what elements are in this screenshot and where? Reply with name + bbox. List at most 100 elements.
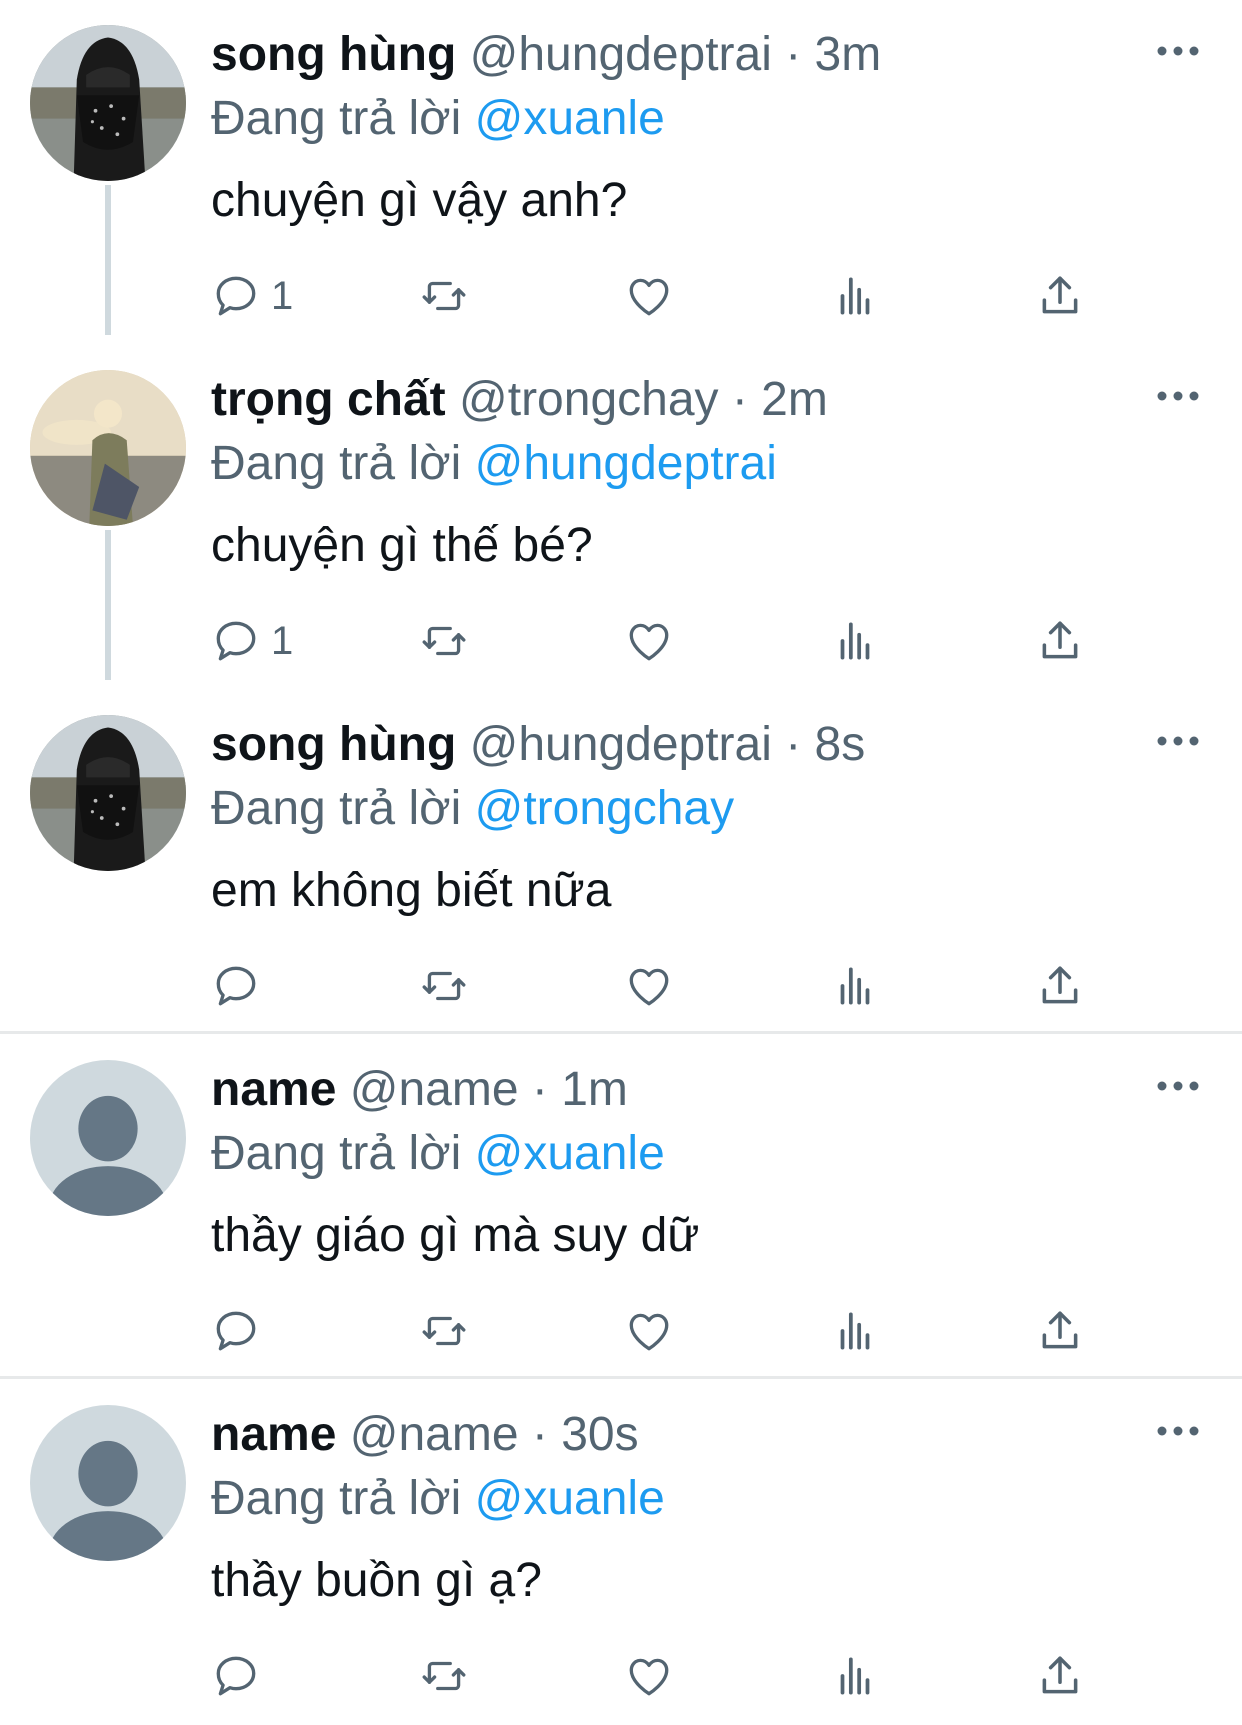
display-name[interactable]: name xyxy=(211,1408,336,1461)
share-icon xyxy=(1035,961,1085,1011)
retweet-icon xyxy=(419,1306,469,1356)
retweet-icon xyxy=(419,961,469,1011)
share-button[interactable] xyxy=(1035,958,1085,1014)
tweet-text: chuyện gì thế bé? xyxy=(211,519,593,572)
avatar[interactable] xyxy=(30,25,186,181)
reply-mention-link[interactable]: @xuanle xyxy=(475,1472,665,1525)
reply-count: 1 xyxy=(271,618,294,663)
reply-icon xyxy=(211,616,261,666)
retweet-button[interactable] xyxy=(419,613,469,669)
tweet-text: em không biết nữa xyxy=(211,864,612,917)
retweet-button[interactable] xyxy=(419,1648,469,1704)
tweet[interactable]: trọng chất @trongchay · 2m Đang trả lời … xyxy=(0,345,1242,690)
display-name[interactable]: trọng chất xyxy=(211,373,446,426)
retweet-button[interactable] xyxy=(419,1303,469,1359)
more-icon[interactable] xyxy=(1155,1079,1201,1093)
tweet-header: song hùng @hungdeptrai · 8s xyxy=(211,712,865,778)
reply-button[interactable] xyxy=(211,958,271,1014)
views-button[interactable] xyxy=(830,268,880,324)
reply-prefix: Đang trả lời xyxy=(211,782,462,835)
reply-icon xyxy=(211,961,261,1011)
tweet-text: thầy buồn gì ạ? xyxy=(211,1554,542,1607)
share-button[interactable] xyxy=(1035,1303,1085,1359)
handle-time: @trongchay · 2m xyxy=(459,373,828,426)
like-icon xyxy=(624,616,674,666)
replying-to: Đang trả lời @xuanle xyxy=(211,1121,665,1187)
more-icon[interactable] xyxy=(1155,389,1201,403)
like-icon xyxy=(624,1306,674,1356)
action-bar xyxy=(0,1648,1242,1704)
views-icon xyxy=(830,961,880,1011)
reply-mention-link[interactable]: @xuanle xyxy=(475,1127,665,1180)
views-button[interactable] xyxy=(830,1303,880,1359)
tweet[interactable]: name @name · 30s Đang trả lời @xuanle th… xyxy=(0,1380,1242,1725)
share-button[interactable] xyxy=(1035,268,1085,324)
avatar[interactable] xyxy=(30,715,186,871)
avatar[interactable] xyxy=(30,1060,186,1216)
retweet-button[interactable] xyxy=(419,268,469,324)
tweet-text: chuyện gì vậy anh? xyxy=(211,174,628,227)
action-bar: 1 xyxy=(0,613,1242,669)
like-icon xyxy=(624,1651,674,1701)
share-button[interactable] xyxy=(1035,1648,1085,1704)
tweet-header: name @name · 30s xyxy=(211,1402,639,1468)
views-icon xyxy=(830,1651,880,1701)
avatar[interactable] xyxy=(30,1405,186,1561)
more-icon[interactable] xyxy=(1155,44,1201,58)
like-icon xyxy=(624,961,674,1011)
reply-prefix: Đang trả lời xyxy=(211,92,462,145)
handle-time: @name · 1m xyxy=(349,1063,628,1116)
views-icon xyxy=(830,271,880,321)
reply-button[interactable] xyxy=(211,1648,271,1704)
retweet-button[interactable] xyxy=(419,958,469,1014)
reply-button[interactable] xyxy=(211,1303,271,1359)
reply-mention-link[interactable]: @hungdeptrai xyxy=(475,437,777,490)
replying-to: Đang trả lời @hungdeptrai xyxy=(211,431,777,497)
retweet-icon xyxy=(419,271,469,321)
more-icon[interactable] xyxy=(1155,1424,1201,1438)
share-icon xyxy=(1035,1651,1085,1701)
replying-to: Đang trả lời @xuanle xyxy=(211,86,665,152)
share-button[interactable] xyxy=(1035,613,1085,669)
tweet-header: name @name · 1m xyxy=(211,1057,628,1123)
like-button[interactable] xyxy=(624,1648,674,1704)
reply-prefix: Đang trả lời xyxy=(211,1127,462,1180)
like-icon xyxy=(624,271,674,321)
views-icon xyxy=(830,616,880,666)
share-icon xyxy=(1035,616,1085,666)
like-button[interactable] xyxy=(624,958,674,1014)
replying-to: Đang trả lời @xuanle xyxy=(211,1466,665,1532)
tweet[interactable]: song hùng @hungdeptrai · 8s Đang trả lời… xyxy=(0,690,1242,1035)
views-button[interactable] xyxy=(830,1648,880,1704)
reply-mention-link[interactable]: @xuanle xyxy=(475,92,665,145)
reply-mention-link[interactable]: @trongchay xyxy=(475,782,735,835)
tweet[interactable]: name @name · 1m Đang trả lời @xuanle thầ… xyxy=(0,1035,1242,1380)
display-name[interactable]: name xyxy=(211,1063,336,1116)
tweet-header: song hùng @hungdeptrai · 3m xyxy=(211,22,881,88)
share-icon xyxy=(1035,271,1085,321)
display-name[interactable]: song hùng xyxy=(211,28,456,81)
reply-icon xyxy=(211,1651,261,1701)
retweet-icon xyxy=(419,1651,469,1701)
replying-to: Đang trả lời @trongchay xyxy=(211,776,734,842)
display-name[interactable]: song hùng xyxy=(211,718,456,771)
action-bar: 1 xyxy=(0,268,1242,324)
like-button[interactable] xyxy=(624,268,674,324)
reply-icon xyxy=(211,1306,261,1356)
reply-count: 1 xyxy=(271,273,294,318)
share-icon xyxy=(1035,1306,1085,1356)
reply-prefix: Đang trả lời xyxy=(211,1472,462,1525)
reply-icon xyxy=(211,271,261,321)
like-button[interactable] xyxy=(624,1303,674,1359)
views-button[interactable] xyxy=(830,613,880,669)
reply-button[interactable]: 1 xyxy=(211,613,293,669)
like-button[interactable] xyxy=(624,613,674,669)
reply-button[interactable]: 1 xyxy=(211,268,293,324)
tweet[interactable]: song hùng @hungdeptrai · 3m Đang trả lời… xyxy=(0,0,1242,345)
divider xyxy=(0,1376,1242,1379)
views-button[interactable] xyxy=(830,958,880,1014)
more-icon[interactable] xyxy=(1155,734,1201,748)
retweet-icon xyxy=(419,616,469,666)
avatar[interactable] xyxy=(30,370,186,526)
divider xyxy=(0,1031,1242,1034)
